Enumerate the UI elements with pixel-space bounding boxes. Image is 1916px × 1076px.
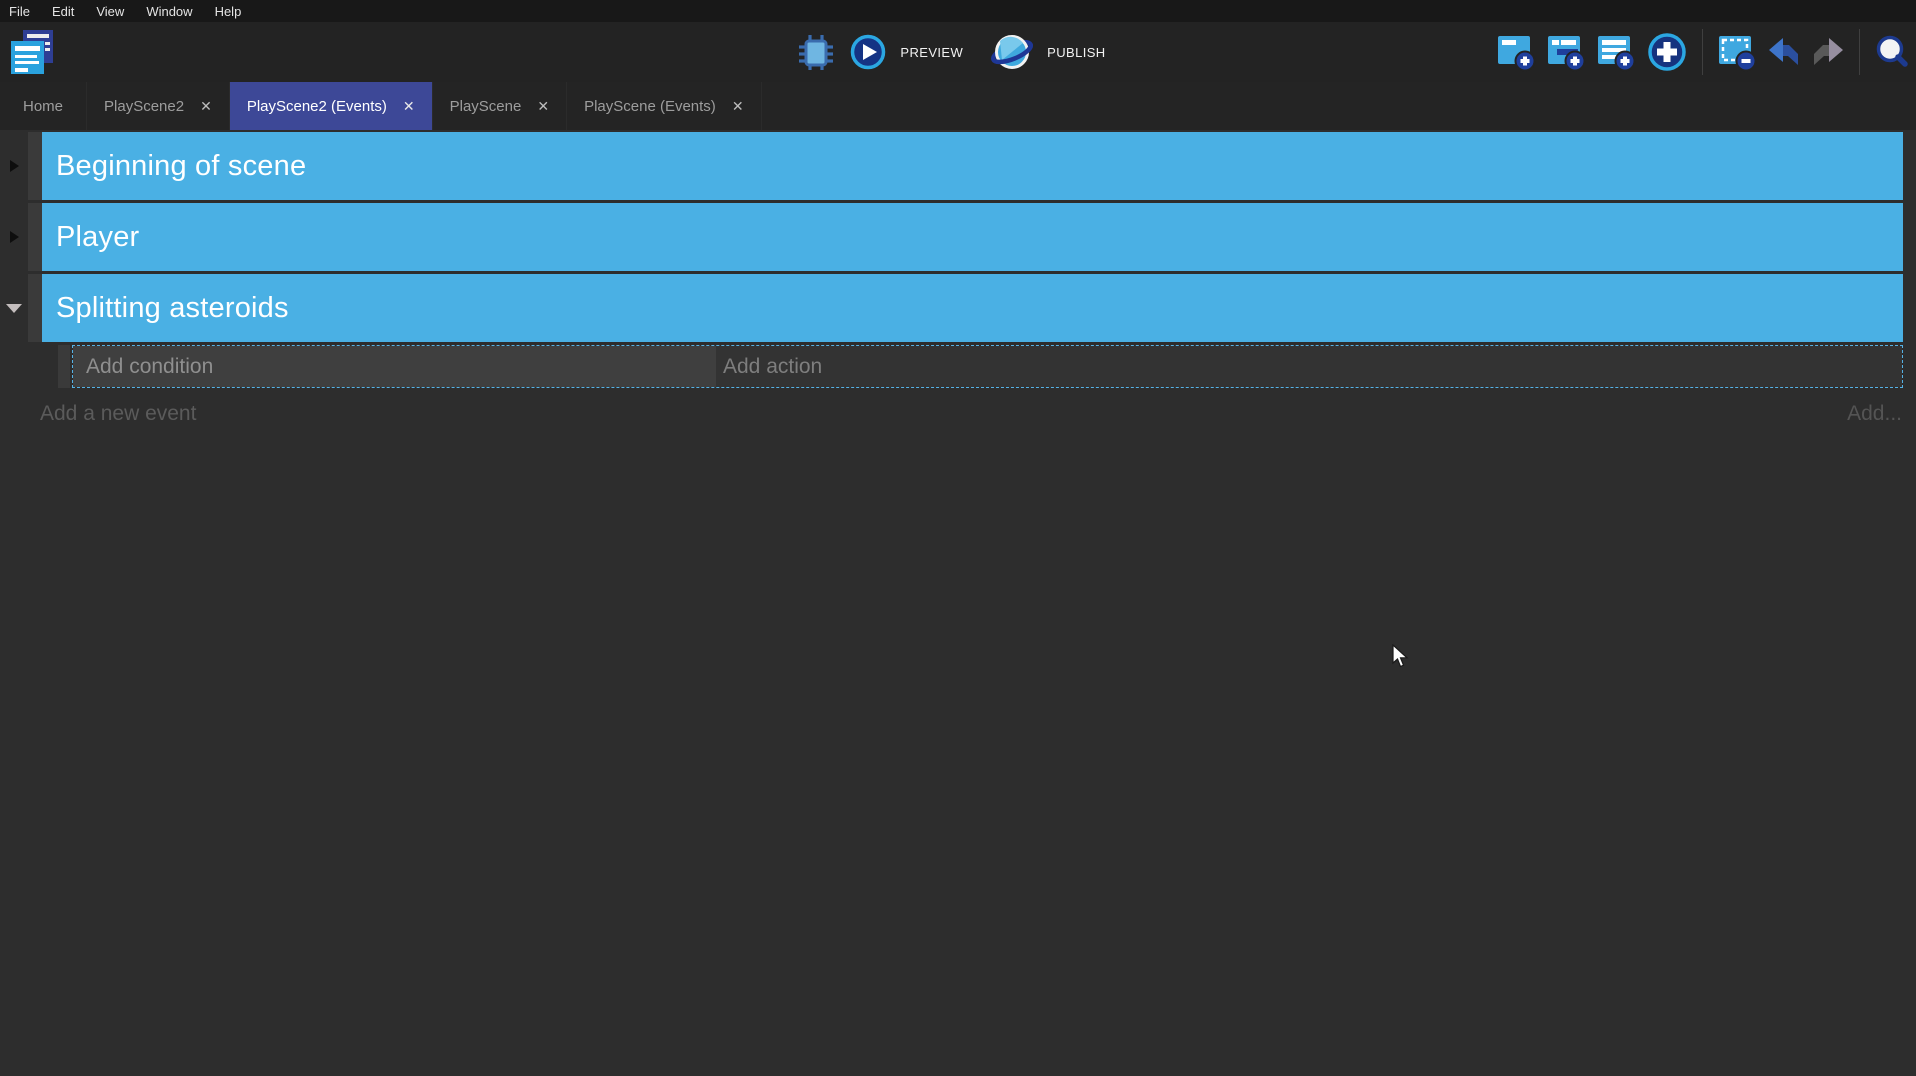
tab-label: Home — [23, 98, 63, 115]
collapse-arrow-icon[interactable] — [10, 231, 19, 243]
publish-globe-icon[interactable] — [990, 30, 1034, 74]
event-group-row: Beginning of scene — [0, 132, 1916, 200]
editor-tabs: Home PlayScene2 ✕ PlayScene2 (Events) ✕ … — [0, 82, 1916, 130]
debugger-icon[interactable] — [796, 32, 836, 72]
events-toolbar — [1496, 22, 1910, 82]
add-action-label: Add action — [723, 355, 822, 379]
event-gutter — [0, 132, 28, 200]
toolbar-separator — [1859, 29, 1860, 75]
delete-selection-icon[interactable] — [1717, 32, 1757, 72]
menu-view[interactable]: View — [96, 4, 124, 19]
event-group-block[interactable]: Beginning of scene — [42, 132, 1903, 200]
event-group-title: Splitting asteroids — [56, 292, 289, 325]
tab-label: PlayScene (Events) — [584, 98, 716, 115]
event-group-title: Beginning of scene — [56, 150, 306, 183]
add-action-button[interactable]: Add action — [716, 346, 1902, 387]
event-group-title: Player — [56, 221, 139, 254]
close-icon[interactable]: ✕ — [537, 99, 549, 113]
redo-icon[interactable] — [1811, 37, 1845, 67]
events-sheet: Beginning of scene Player Splitting aste… — [0, 130, 1916, 1076]
add-event-icon[interactable] — [1496, 32, 1536, 72]
subevent-indent — [0, 345, 58, 388]
add-new-event-row: Add a new event Add... — [40, 394, 1902, 434]
toolbar-separator — [1702, 29, 1703, 75]
preview-label[interactable]: PREVIEW — [900, 45, 963, 60]
tab-playscene[interactable]: PlayScene ✕ — [433, 82, 567, 130]
event-gutter — [0, 274, 28, 342]
add-event-menu-button[interactable]: Add... — [1847, 402, 1902, 426]
tab-playscene-events[interactable]: PlayScene (Events) ✕ — [567, 82, 761, 130]
close-icon[interactable]: ✕ — [732, 99, 744, 113]
add-any-event-icon[interactable] — [1646, 31, 1688, 73]
event-group-block[interactable]: Player — [42, 203, 1903, 271]
search-icon[interactable] — [1874, 34, 1910, 70]
preview-play-icon[interactable] — [849, 33, 887, 71]
add-condition-label: Add condition — [86, 355, 213, 379]
add-condition-button[interactable]: Add condition — [73, 346, 716, 387]
publish-label[interactable]: PUBLISH — [1047, 45, 1105, 60]
event-drag-handle[interactable] — [28, 132, 42, 200]
expand-arrow-icon[interactable] — [6, 304, 22, 313]
close-icon[interactable]: ✕ — [403, 99, 415, 113]
event-group-row: Splitting asteroids — [0, 274, 1916, 342]
menu-edit[interactable]: Edit — [52, 4, 74, 19]
tab-label: PlayScene2 — [104, 98, 184, 115]
tab-label: PlayScene — [450, 98, 522, 115]
menu-help[interactable]: Help — [215, 4, 242, 19]
gdevelop-window: { "window": { "menu_items": ["File", "Ed… — [0, 0, 1916, 1076]
undo-icon[interactable] — [1767, 37, 1801, 67]
close-icon[interactable]: ✕ — [200, 99, 212, 113]
empty-event-row: Add condition Add action — [0, 345, 1916, 388]
tab-playscene2-events[interactable]: PlayScene2 (Events) ✕ — [230, 82, 433, 130]
event-group-row: Player — [0, 203, 1916, 271]
empty-event-body: Add condition Add action — [72, 345, 1903, 388]
mouse-cursor — [1392, 644, 1410, 675]
event-gutter — [0, 203, 28, 271]
event-drag-handle[interactable] — [28, 203, 42, 271]
menu-window[interactable]: Window — [146, 4, 192, 19]
menu-bar: File Edit View Window Help — [0, 0, 1916, 22]
add-subevent-icon[interactable] — [1546, 32, 1586, 72]
tab-home[interactable]: Home — [0, 82, 87, 130]
add-comment-icon[interactable] — [1596, 32, 1636, 72]
main-toolbar: PREVIEW PUBLISH — [0, 22, 1916, 82]
event-group-block[interactable]: Splitting asteroids — [42, 274, 1903, 342]
collapse-arrow-icon[interactable] — [10, 160, 19, 172]
event-drag-handle[interactable] — [58, 345, 70, 388]
tab-playscene2[interactable]: PlayScene2 ✕ — [87, 82, 230, 130]
tab-label: PlayScene2 (Events) — [247, 98, 387, 115]
menu-file[interactable]: File — [9, 4, 30, 19]
event-drag-handle[interactable] — [28, 274, 42, 342]
add-new-event-button[interactable]: Add a new event — [40, 402, 196, 426]
